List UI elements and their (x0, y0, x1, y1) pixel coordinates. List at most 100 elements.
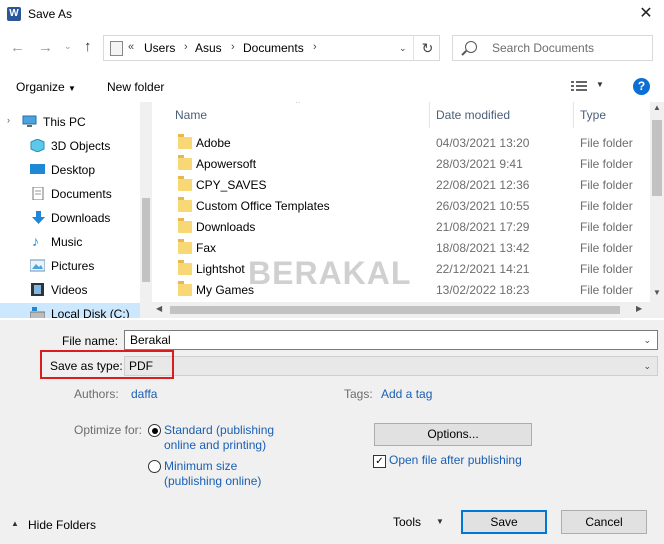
organize-menu[interactable]: Organize ▼ (16, 80, 76, 94)
nav-label: 3D Objects (51, 139, 111, 153)
nav-item-desktop[interactable]: Desktop (0, 159, 140, 181)
scroll-up-icon[interactable]: ▲ (653, 103, 661, 112)
collapse-chevron-icon[interactable]: ▲ (11, 519, 19, 528)
up-arrow-icon[interactable]: ↑ (84, 38, 92, 55)
radio-standard[interactable] (148, 424, 161, 437)
nav-item-pictures[interactable]: Pictures (0, 255, 140, 277)
nav-scrollbar[interactable] (140, 102, 152, 318)
organize-label: Organize (16, 80, 65, 94)
sort-ascending-icon: ⌃ (294, 102, 302, 109)
column-header-type[interactable]: Type (580, 108, 606, 122)
breadcrumb-overflow[interactable]: « (128, 41, 134, 53)
horizontal-scroll-thumb[interactable] (170, 306, 620, 314)
file-type: File folder (580, 178, 633, 192)
close-icon: ✕ (639, 5, 653, 22)
breadcrumb-users[interactable]: Users (144, 41, 175, 55)
file-row[interactable]: Downloads 21/08/2021 17:29 File folder (158, 217, 650, 238)
file-date: 04/03/2021 13:20 (436, 136, 530, 150)
navigation-pane[interactable]: › This PC 3D Objects Desktop Documents D… (0, 102, 152, 318)
add-tag-link[interactable]: Add a tag (381, 387, 432, 401)
column-header-date[interactable]: Date modified (436, 108, 510, 122)
help-icon[interactable]: ? (633, 78, 650, 95)
vertical-scroll-thumb[interactable] (652, 120, 662, 196)
new-folder-button[interactable]: New folder (107, 80, 164, 94)
file-name-value: Berakal (130, 333, 171, 347)
save-as-type-select[interactable]: PDF ⌄ (124, 356, 658, 376)
file-list-vertical-scrollbar[interactable]: ▲ ▼ (650, 102, 664, 302)
file-date: 21/08/2021 17:29 (436, 220, 530, 234)
open-after-publishing-checkbox[interactable]: ✓ (373, 455, 386, 468)
scroll-left-icon[interactable]: ◀ (156, 304, 162, 313)
nav-label: Documents (51, 187, 112, 201)
back-arrow-icon[interactable]: ← (10, 39, 25, 56)
standard-option-line1[interactable]: Standard (publishing (164, 423, 274, 437)
refresh-button[interactable]: ↻ (413, 36, 441, 60)
view-dropdown-icon[interactable]: ▼ (596, 80, 604, 89)
recent-locations-chevron-icon[interactable]: ⌄ (64, 41, 72, 52)
minimum-option-line1[interactable]: Minimum size (164, 459, 237, 473)
column-header-name[interactable]: Name (175, 108, 207, 122)
film-icon (31, 283, 44, 296)
file-name-field[interactable]: Berakal ⌄ (124, 330, 658, 350)
folder-icon (178, 239, 192, 254)
options-button[interactable]: Options... (374, 423, 532, 446)
chevron-right-icon[interactable]: › (184, 41, 188, 53)
column-divider[interactable] (573, 102, 574, 128)
radio-minimum-size[interactable] (148, 460, 161, 473)
file-list-horizontal-scrollbar[interactable]: ◀ ▶ (152, 302, 664, 318)
command-toolbar: Organize ▼ New folder ▼ ? (0, 72, 664, 100)
nav-scroll-thumb[interactable] (142, 198, 150, 282)
open-after-publishing-label[interactable]: Open file after publishing (389, 453, 522, 467)
chevron-right-icon[interactable]: › (313, 41, 317, 53)
file-row[interactable]: CPY_SAVES 22/08/2021 12:36 File folder (158, 175, 650, 196)
breadcrumb-documents[interactable]: Documents (243, 41, 304, 55)
save-button[interactable]: Save (461, 510, 547, 534)
nav-item-music[interactable]: ♪ Music (0, 231, 140, 253)
cube-icon (30, 139, 45, 152)
chevron-down-icon[interactable]: ⌄ (643, 335, 651, 346)
file-row[interactable]: Apowersoft 28/03/2021 9:41 File folder (158, 154, 650, 175)
file-name-label: File name: (62, 334, 119, 348)
breadcrumb-asus[interactable]: Asus (195, 41, 222, 55)
chevron-right-icon[interactable]: › (231, 41, 235, 53)
nav-label: Pictures (51, 259, 95, 273)
expand-chevron-icon[interactable]: › (7, 115, 10, 125)
file-name: Adobe (196, 136, 231, 150)
column-divider[interactable] (429, 102, 430, 128)
scroll-right-icon[interactable]: ▶ (636, 304, 642, 313)
nav-item-videos[interactable]: Videos (0, 279, 140, 301)
address-bar[interactable]: « Users › Asus › Documents › ⌄ ↻ (103, 35, 440, 61)
cancel-button[interactable]: Cancel (561, 510, 647, 534)
folder-icon (178, 134, 192, 149)
folder-icon (178, 155, 192, 170)
address-dropdown-icon[interactable]: ⌄ (399, 43, 407, 54)
nav-item-downloads[interactable]: Downloads (0, 207, 140, 229)
nav-label: Music (51, 235, 83, 249)
search-input[interactable]: Search Documents (452, 35, 653, 61)
folder-icon (178, 176, 192, 191)
nav-label: Local Disk (C:) (51, 307, 130, 318)
nav-label: Desktop (51, 163, 96, 177)
drive-icon (30, 307, 45, 318)
forward-arrow-icon[interactable]: → (38, 39, 53, 56)
file-row[interactable]: Custom Office Templates 26/03/2021 10:55 F… (158, 196, 650, 217)
minimum-option-line2[interactable]: (publishing online) (164, 474, 261, 488)
optimize-for-label: Optimize for: (74, 423, 143, 437)
nav-item-this-pc[interactable]: › This PC (0, 111, 140, 133)
tools-dropdown-icon[interactable]: ▼ (436, 517, 444, 526)
file-name: Lightshot (196, 262, 245, 276)
authors-value[interactable]: daffa (131, 387, 157, 401)
tools-menu[interactable]: Tools (393, 515, 421, 529)
file-type: File folder (580, 220, 633, 234)
hide-folders-button[interactable]: Hide Folders (28, 518, 96, 532)
file-row[interactable]: Adobe 04/03/2021 13:20 File folder (158, 133, 650, 154)
nav-item-3d-objects[interactable]: 3D Objects (0, 135, 140, 157)
nav-item-documents[interactable]: Documents (0, 183, 140, 205)
close-button[interactable]: ✕ (628, 0, 664, 28)
standard-option-line2[interactable]: online and printing) (164, 438, 266, 452)
chevron-down-icon: ⌄ (643, 361, 651, 371)
view-options-icon[interactable] (571, 80, 587, 92)
scroll-down-icon[interactable]: ▼ (653, 288, 661, 297)
nav-item-local-disk[interactable]: Local Disk (C:) (0, 303, 152, 318)
file-type: File folder (580, 241, 633, 255)
